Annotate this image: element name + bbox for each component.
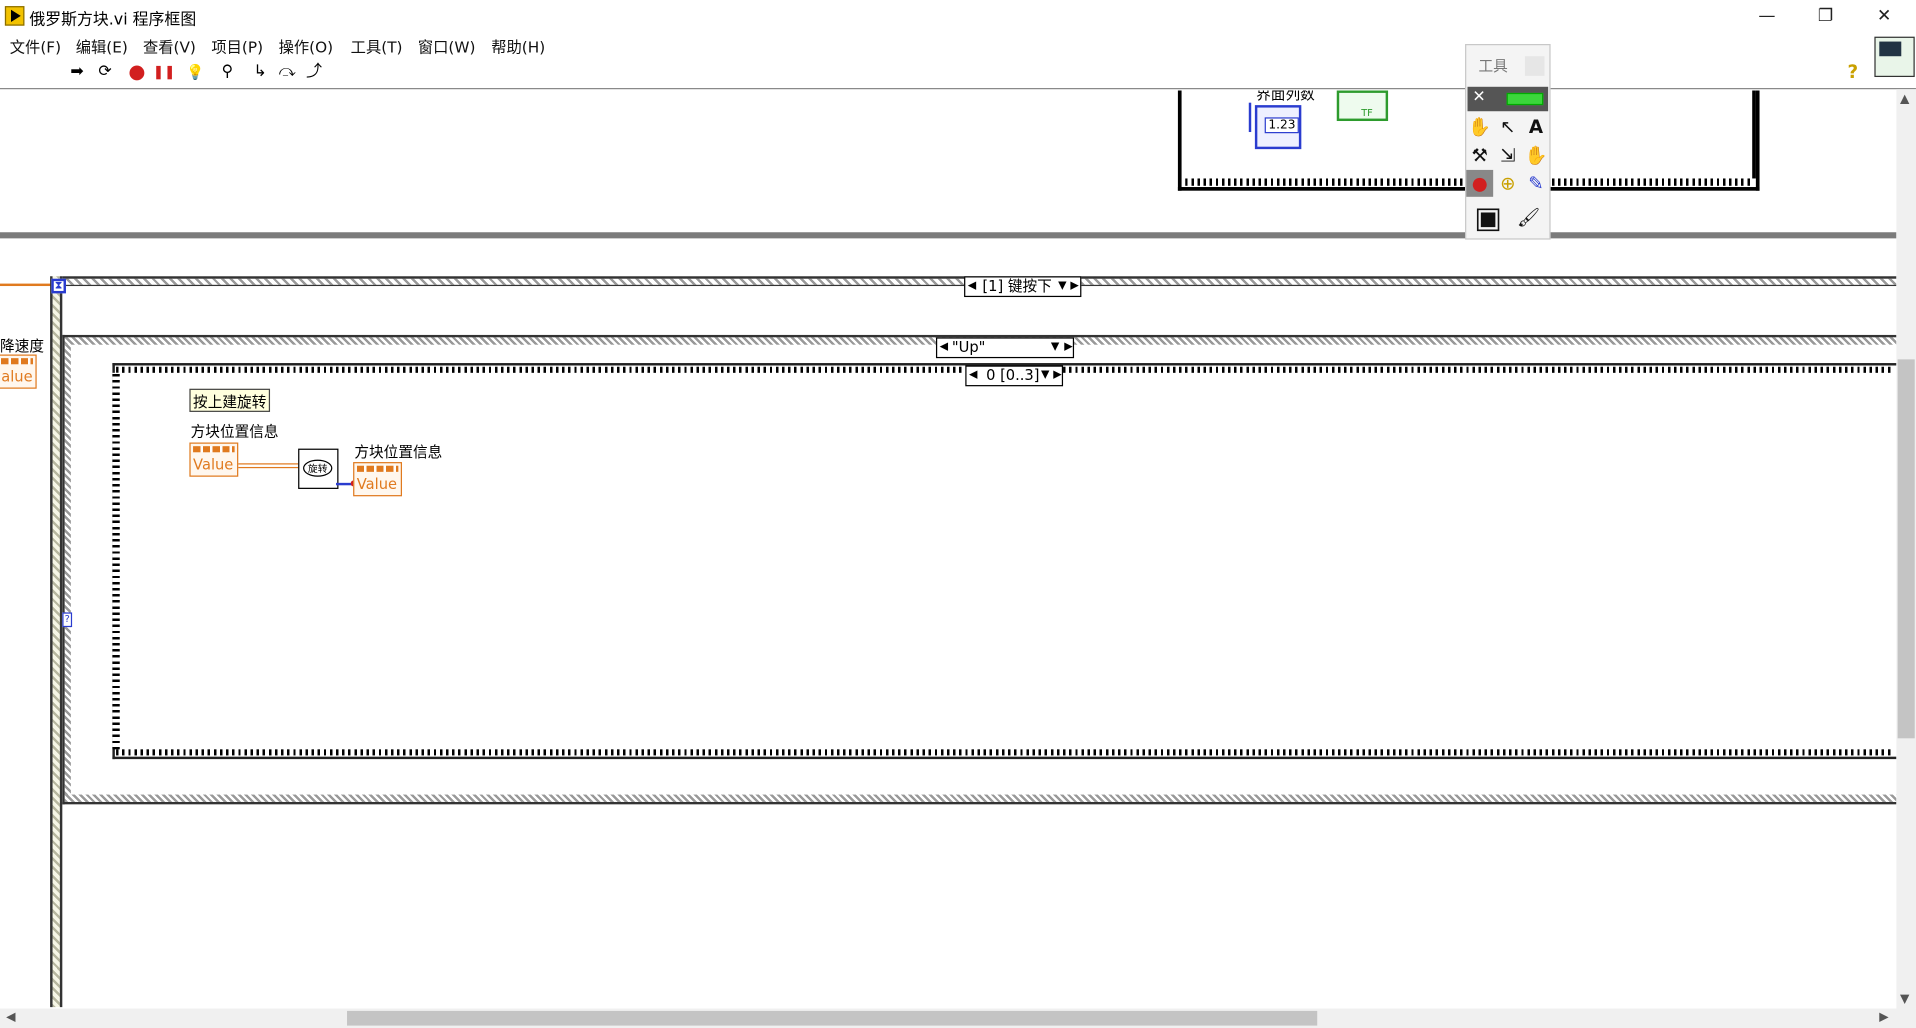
blue-wire-stub (1248, 102, 1254, 133)
wiring-tool-icon[interactable]: ⚒ (1466, 142, 1493, 169)
top-label-partial: 界面列数 (1256, 90, 1315, 103)
menu-tools[interactable]: 工具(T) (351, 34, 403, 57)
palette-close-button[interactable] (1524, 56, 1545, 76)
case-selector[interactable]: ◀ "Up" ▼ ▶ (935, 337, 1075, 359)
input-terminal[interactable]: Value (189, 442, 239, 477)
menu-help[interactable]: 帮助(H) (491, 34, 545, 57)
orange-wire-to-subvi (238, 463, 302, 469)
auto-tool-led-icon (1506, 92, 1544, 106)
sequence-selector[interactable]: ◀ 0 [0..3] ▼ ▶ (965, 365, 1064, 387)
color-swatch-icon[interactable]: ▣ (1469, 199, 1508, 236)
scroll-left-icon[interactable]: ◀ (6, 1011, 15, 1024)
input-terminal-value: Value (193, 455, 234, 474)
menu-view[interactable]: 查看(V) (143, 34, 196, 57)
auto-tool-selector[interactable]: ✕ (1467, 86, 1549, 112)
get-color-tool-icon[interactable]: ✎ (1522, 170, 1549, 197)
event-selector[interactable]: ◀ [1] 键按下 ▼ ▶ (964, 276, 1082, 298)
highlight-execution-icon[interactable]: 💡 (185, 62, 207, 82)
numeric-indicator-value: 1.23 (1264, 117, 1300, 134)
title-bar: 俄罗斯方块.vi 程序框图 — ❐ ✕ (0, 0, 1916, 32)
window-title: 俄罗斯方块.vi 程序框图 (29, 11, 197, 30)
numeric-indicator[interactable]: 1.23 (1254, 105, 1302, 150)
sequence-selector-dropdown-icon[interactable]: ▼ (1041, 367, 1049, 385)
output-label: 方块位置信息 (354, 443, 443, 461)
case-selector-dropdown-icon[interactable]: ▼ (1051, 339, 1059, 357)
text-tool-icon[interactable]: A (1522, 114, 1549, 141)
rotate-subvi-label: 旋转 (303, 459, 333, 477)
auto-tool-icon: ✕ (1472, 88, 1486, 107)
scroll-tool-icon[interactable]: ✋ (1522, 142, 1549, 169)
event-structure-left-border (50, 276, 63, 1008)
set-color-tool-icon[interactable]: 🖌 (1515, 204, 1542, 231)
scroll-right-icon[interactable]: ▶ (1879, 1011, 1888, 1024)
context-help-icon[interactable]: ? (1848, 61, 1859, 83)
breakpoint-tool-icon[interactable]: ● (1466, 169, 1494, 197)
scroll-down-icon[interactable]: ▼ (1900, 993, 1909, 1006)
scroll-up-icon[interactable]: ▲ (1900, 93, 1909, 106)
case-selector-value: "Up" (951, 338, 986, 356)
step-out-icon[interactable]: ⤴ (303, 62, 325, 82)
sequence-selector-prev-icon[interactable]: ◀ (969, 367, 977, 385)
vi-icon[interactable] (1874, 36, 1915, 78)
position-tool-icon[interactable]: ↖ (1494, 114, 1521, 141)
vertical-scroll-thumb[interactable] (1897, 359, 1915, 739)
boolean-indicator-text: TF (1361, 107, 1373, 119)
sequence-left-border (112, 372, 120, 750)
case-selector-next-icon[interactable]: ▶ (1064, 339, 1072, 357)
maximize-button[interactable]: ❐ (1797, 2, 1853, 29)
menu-edit[interactable]: 编辑(E) (76, 34, 128, 57)
step-over-icon[interactable]: ⤼ (276, 62, 298, 82)
menu-operate[interactable]: 操作(O) (279, 34, 333, 57)
retain-wire-values-icon[interactable]: ⚲ (216, 62, 238, 82)
run-icon[interactable]: ➡ (66, 62, 88, 82)
probe-tool-icon[interactable]: ⊕ (1494, 170, 1521, 197)
menu-project[interactable]: 项目(P) (211, 34, 263, 57)
output-terminal[interactable]: Value (353, 462, 403, 497)
rotate-subvi[interactable]: 旋转 (298, 448, 339, 489)
boolean-indicator[interactable]: TF (1336, 90, 1389, 122)
input-label: 方块位置信息 (190, 422, 279, 441)
event-selector-dropdown-icon[interactable]: ▼ (1058, 277, 1066, 295)
diagram-separator (0, 232, 1897, 239)
minimize-button[interactable]: — (1739, 2, 1795, 29)
run-continuously-icon[interactable]: ⟳ (94, 62, 116, 82)
shortcut-menu-tool-icon[interactable]: ⇲ (1494, 142, 1521, 169)
sequence-selector-next-icon[interactable]: ▶ (1053, 367, 1061, 385)
hourglass-icon: ⧗ (51, 278, 66, 294)
step-into-icon[interactable]: ↳ (249, 62, 271, 82)
block-diagram[interactable]: 界面列数 1.23 TF ⧗ ◀ [1] 键按下 ▼ ▶ ◀ "Up" ▼ ▶ … (0, 90, 1897, 1008)
event-selector-prev-icon[interactable]: ◀ (968, 277, 976, 295)
tools-palette: 工具 ✕ ✋ ↖ A ⚒ ⇲ ✋ ● ⊕ ✎ ▣ 🖌 (1465, 44, 1551, 240)
operate-value-tool-icon[interactable]: ✋ (1466, 114, 1493, 141)
close-button[interactable]: ✕ (1856, 2, 1912, 29)
free-label-comment[interactable]: 按上建旋转 (189, 388, 271, 412)
menu-window[interactable]: 窗口(W) (418, 34, 476, 57)
horizontal-scroll-thumb[interactable] (347, 1010, 1318, 1026)
left-label: 降速度 (0, 337, 45, 355)
sequence-structure (112, 363, 1897, 760)
case-structure-left-border (64, 344, 71, 795)
toolbar: ➡ ⟳ ● ❚❚ 💡 ⚲ ↳ ⤼ ⤴ (0, 56, 1916, 90)
case-structure-bottom-border (64, 794, 1897, 802)
tools-palette-title: 工具 (1478, 57, 1508, 75)
pause-icon[interactable]: ❚❚ (153, 62, 176, 82)
event-selector-next-icon[interactable]: ▶ (1070, 277, 1078, 295)
labview-window: 俄罗斯方块.vi 程序框图 — ❐ ✕ 文件(F) 编辑(E) 查看(V) 项目… (0, 0, 1916, 1028)
upper-frame-side (1752, 90, 1756, 179)
case-selector-prev-icon[interactable]: ◀ (940, 339, 948, 357)
left-value-terminal[interactable]: alue (0, 354, 37, 389)
iteration-terminal: ? (62, 612, 73, 628)
menu-bar: 文件(F) 编辑(E) 查看(V) 项目(P) 操作(O) 工具(T) 窗口(W… (0, 31, 1916, 57)
menu-file[interactable]: 文件(F) (10, 34, 61, 57)
event-selector-value: [1] 键按下 (982, 277, 1052, 295)
left-value-text: alue (1, 367, 33, 386)
labview-app-icon (4, 6, 25, 26)
orange-wire-left (0, 283, 52, 287)
output-terminal-value: Value (356, 475, 398, 493)
sequence-bottom-border (116, 749, 1894, 756)
sequence-selector-value: 0 [0..3] (986, 366, 1040, 384)
abort-icon[interactable]: ● (126, 62, 148, 82)
